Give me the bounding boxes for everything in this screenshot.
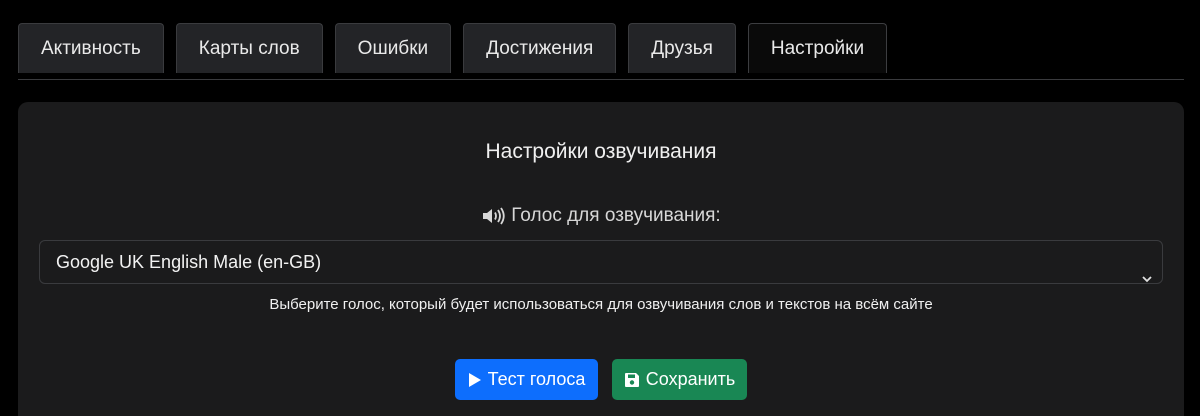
voice-label-text: Голос для озвучивания:	[511, 205, 721, 226]
tab-word-cards[interactable]: Карты слов	[175, 23, 323, 73]
card-title: Настройки озвучивания	[485, 140, 717, 163]
voice-select[interactable]: Google UK English Male (en-GB)	[39, 240, 1163, 284]
tab-settings[interactable]: Настройки	[747, 23, 888, 73]
voice-label: Голос для озвучивания:	[0, 205, 1200, 227]
test-voice-button[interactable]: Тест голоса	[455, 359, 598, 400]
voice-help-text: Выберите голос, который будет использова…	[269, 296, 933, 313]
tab-divider	[18, 79, 1184, 80]
test-voice-label: Тест голоса	[487, 369, 586, 389]
chevron-down-icon	[1142, 257, 1152, 283]
tab-activity[interactable]: Активность	[18, 23, 164, 73]
floppy-disk-icon	[624, 372, 640, 388]
tab-achievements[interactable]: Достижения	[463, 23, 617, 73]
tab-mistakes[interactable]: Ошибки	[334, 23, 452, 73]
speaker-icon	[481, 206, 505, 226]
save-button[interactable]: Сохранить	[612, 359, 747, 400]
tab-friends[interactable]: Друзья	[628, 23, 736, 73]
voice-select-value: Google UK English Male (en-GB)	[56, 252, 322, 272]
save-label: Сохранить	[645, 369, 736, 389]
page: Активность Карты слов Ошибки Достижения …	[0, 0, 1200, 416]
tab-bar: Активность Карты слов Ошибки Достижения …	[18, 23, 888, 73]
play-icon	[468, 372, 482, 388]
